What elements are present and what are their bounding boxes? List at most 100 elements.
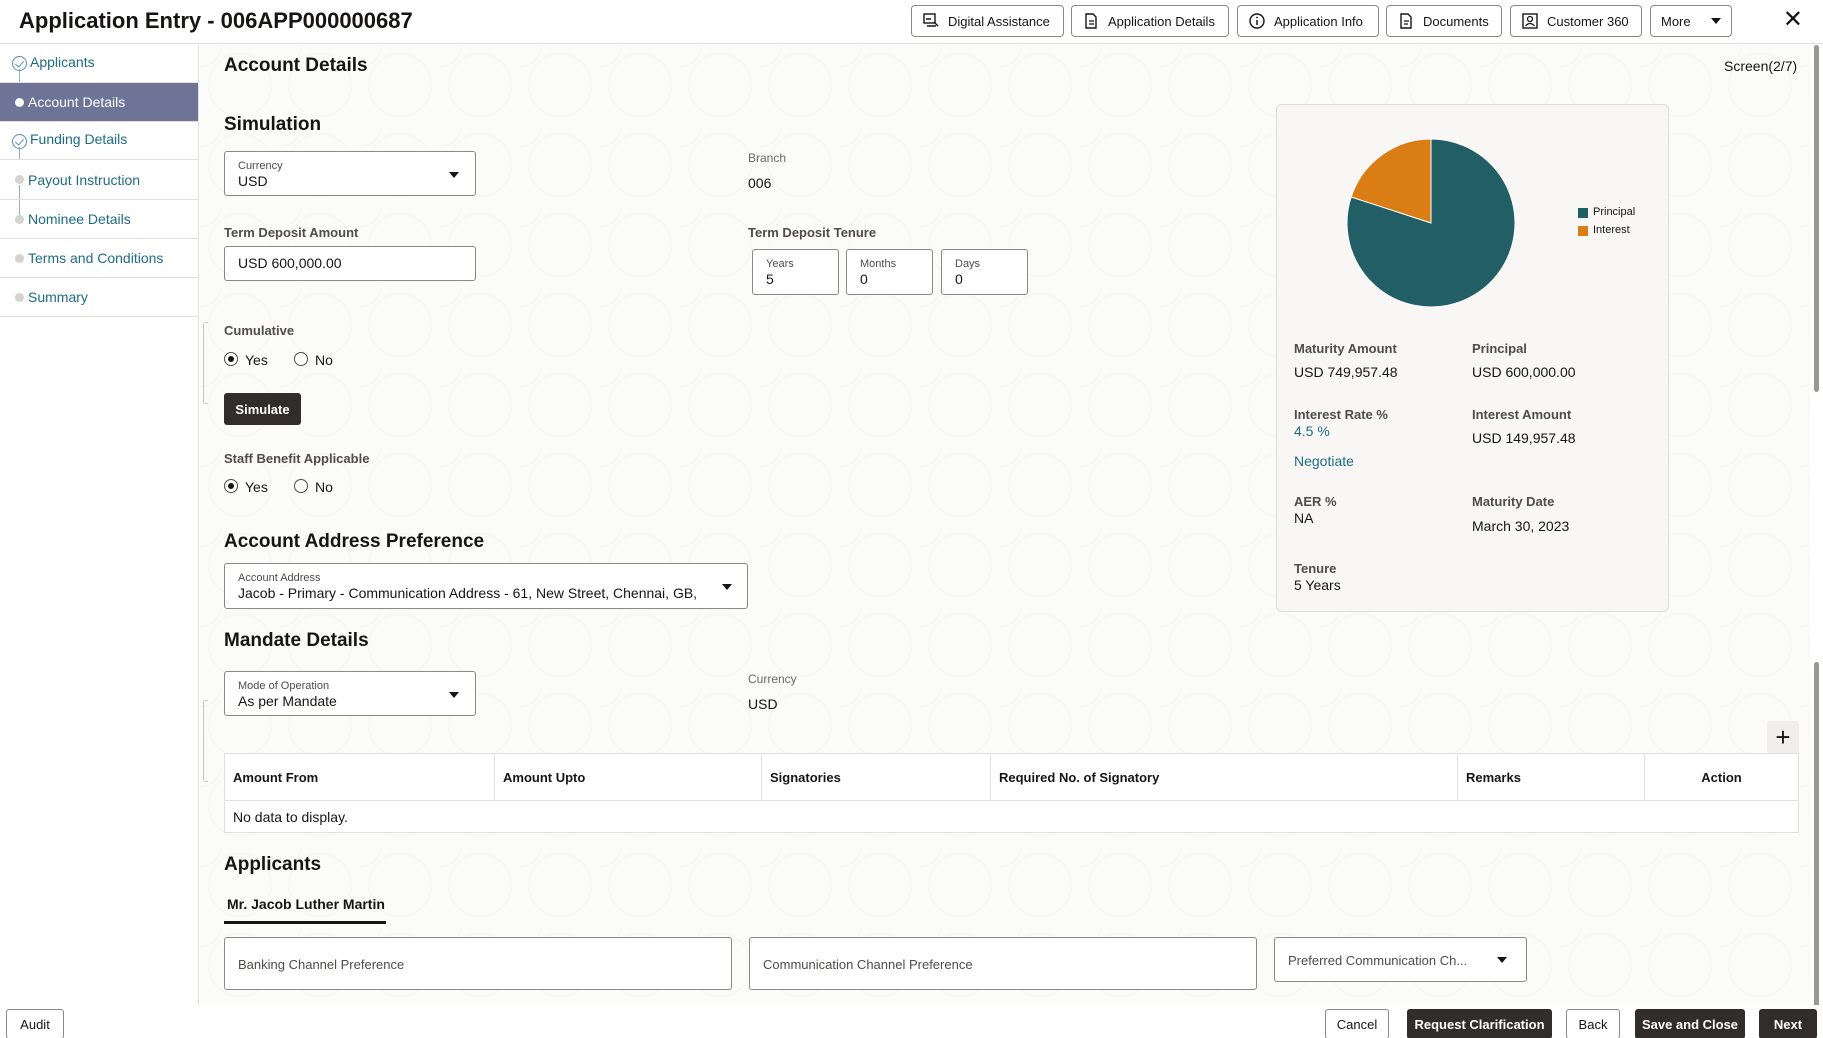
documents-button[interactable]: Documents bbox=[1386, 5, 1502, 37]
currency-value: USD bbox=[238, 173, 268, 189]
staff-benefit-label: Staff Benefit Applicable bbox=[224, 451, 370, 466]
communication-channel-placeholder: Communication Channel Preference bbox=[763, 957, 973, 972]
document-icon bbox=[1085, 13, 1097, 29]
column-header[interactable]: Action bbox=[1645, 754, 1798, 800]
sidebar-item-funding-details[interactable]: Funding Details bbox=[0, 122, 198, 160]
sidebar-item-summary[interactable]: Summary bbox=[0, 278, 198, 317]
next-button[interactable]: Next bbox=[1759, 1009, 1817, 1038]
column-header[interactable]: Amount Upto bbox=[495, 754, 762, 800]
more-label: More bbox=[1661, 13, 1691, 29]
step-dot-icon bbox=[15, 175, 24, 184]
column-header[interactable]: Amount From bbox=[225, 754, 495, 800]
column-header[interactable]: Signatories bbox=[762, 754, 991, 800]
screen-indicator: Screen(2/7) bbox=[1724, 58, 1798, 74]
simulation-summary-card: Principal Interest Maturity Amount USD 7… bbox=[1276, 104, 1669, 612]
principal-interest-pie-chart bbox=[1346, 138, 1516, 308]
scrollbar-thumb[interactable] bbox=[1814, 662, 1819, 1007]
tenure-months-input[interactable]: Months 0 bbox=[846, 249, 933, 295]
customer-icon bbox=[1522, 13, 1538, 29]
panel-resize-handle[interactable] bbox=[203, 322, 208, 404]
legend-principal: Principal bbox=[1593, 206, 1636, 218]
tab-applicant-label: Mr. Jacob Luther Martin bbox=[227, 896, 385, 912]
staff-benefit-no-radio[interactable] bbox=[294, 479, 308, 493]
close-icon[interactable]: ✕ bbox=[1783, 8, 1803, 32]
preferred-communication-channel-select[interactable]: Preferred Communication Ch... bbox=[1274, 937, 1527, 982]
digital-assistance-button[interactable]: Digital Assistance bbox=[911, 5, 1064, 37]
cumulative-yes-label: Yes bbox=[245, 352, 268, 368]
application-details-button[interactable]: Application Details bbox=[1071, 5, 1229, 37]
term-deposit-amount-value: USD 600,000.00 bbox=[238, 255, 342, 271]
cumulative-yes-radio[interactable] bbox=[224, 352, 238, 366]
maturity-amount-value: USD 749,957.48 bbox=[1294, 364, 1398, 380]
term-deposit-amount-input[interactable]: USD 600,000.00 bbox=[224, 246, 476, 281]
tenure-years-input[interactable]: Years 5 bbox=[752, 249, 839, 295]
save-and-close-button[interactable]: Save and Close bbox=[1635, 1009, 1745, 1038]
mode-of-operation-value: As per Mandate bbox=[238, 693, 337, 709]
scrollbar-thumb[interactable] bbox=[1814, 45, 1819, 392]
mandate-currency-label: Currency bbox=[748, 672, 797, 686]
staff-benefit-no-label: No bbox=[315, 479, 333, 495]
currency-label: Currency bbox=[238, 160, 283, 172]
legend-interest: Interest bbox=[1593, 224, 1630, 236]
chevron-down-icon bbox=[1497, 957, 1507, 963]
years-label: Years bbox=[766, 258, 794, 270]
cumulative-no-radio[interactable] bbox=[294, 352, 308, 366]
column-header[interactable]: Required No. of Signatory bbox=[991, 754, 1458, 800]
negotiate-link[interactable]: Negotiate bbox=[1294, 453, 1354, 469]
sidebar-item-payout-instruction[interactable]: Payout Instruction bbox=[0, 160, 198, 200]
staff-benefit-yes-label: Yes bbox=[245, 479, 268, 495]
section-title-applicants: Applicants bbox=[224, 854, 322, 875]
tenure-days-input[interactable]: Days 0 bbox=[941, 249, 1028, 295]
principal-label: Principal bbox=[1472, 341, 1527, 356]
banking-channel-preference-input[interactable]: Banking Channel Preference bbox=[224, 937, 732, 990]
sidebar-item-applicants[interactable]: Applicants bbox=[0, 45, 198, 83]
add-row-button[interactable]: + bbox=[1767, 721, 1799, 753]
mandate-currency-value: USD bbox=[748, 696, 778, 712]
chevron-down-icon bbox=[449, 172, 459, 178]
vertical-scrollbar[interactable] bbox=[1813, 45, 1821, 1007]
simulate-button[interactable]: Simulate bbox=[224, 393, 301, 425]
back-button[interactable]: Back bbox=[1566, 1009, 1620, 1038]
application-info-button[interactable]: Application Info bbox=[1237, 5, 1379, 37]
tab-applicant[interactable]: Mr. Jacob Luther Martin bbox=[224, 896, 386, 924]
sidebar-item-label: Summary bbox=[28, 289, 88, 305]
cancel-button[interactable]: Cancel bbox=[1325, 1009, 1389, 1038]
interest-amount-value: USD 149,957.48 bbox=[1472, 430, 1576, 446]
interest-amount-label: Interest Amount bbox=[1472, 407, 1572, 422]
days-value: 0 bbox=[955, 271, 963, 287]
currency-select[interactable]: Currency USD bbox=[224, 151, 476, 196]
step-dot-icon bbox=[15, 98, 24, 107]
step-dot-icon bbox=[15, 215, 24, 224]
months-value: 0 bbox=[860, 271, 868, 287]
maturity-amount-label: Maturity Amount bbox=[1294, 341, 1397, 356]
more-button[interactable]: More bbox=[1650, 5, 1732, 37]
customer-360-button[interactable]: Customer 360 bbox=[1510, 5, 1642, 37]
tenure-value: 5 Years bbox=[1294, 577, 1341, 593]
account-address-value: Jacob - Primary - Communication Address … bbox=[238, 585, 698, 601]
sidebar-item-nominee-details[interactable]: Nominee Details bbox=[0, 200, 198, 239]
interest-rate-label: Interest Rate % bbox=[1294, 407, 1388, 422]
sidebar-item-label: Funding Details bbox=[30, 131, 128, 147]
sidebar-item-terms-and-conditions[interactable]: Terms and Conditions bbox=[0, 239, 198, 278]
sidebar-item-account-details[interactable]: Account Details bbox=[0, 83, 198, 122]
request-clarification-button[interactable]: Request Clarification bbox=[1407, 1009, 1552, 1038]
account-address-select[interactable]: Account Address Jacob - Primary - Commun… bbox=[224, 563, 748, 609]
legend-swatch-interest bbox=[1578, 226, 1588, 236]
info-icon bbox=[1249, 13, 1265, 29]
step-dot-icon bbox=[15, 254, 24, 263]
interest-rate-value[interactable]: 4.5 % bbox=[1294, 423, 1330, 439]
digital-assistant-icon bbox=[923, 13, 939, 27]
term-deposit-tenure-label: Term Deposit Tenure bbox=[748, 225, 877, 240]
documents-label: Documents bbox=[1423, 13, 1489, 29]
staff-benefit-yes-radio[interactable] bbox=[224, 479, 238, 493]
column-header[interactable]: Remarks bbox=[1458, 754, 1645, 800]
months-label: Months bbox=[860, 258, 897, 270]
audit-button[interactable]: Audit bbox=[6, 1009, 64, 1038]
communication-channel-preference-input[interactable]: Communication Channel Preference bbox=[749, 937, 1257, 990]
aer-label: AER % bbox=[1294, 494, 1337, 509]
mode-of-operation-select[interactable]: Mode of Operation As per Mandate bbox=[224, 671, 476, 716]
documents-icon bbox=[1400, 13, 1412, 29]
section-title-account-address: Account Address Preference bbox=[224, 531, 485, 552]
panel-resize-handle[interactable] bbox=[203, 700, 208, 782]
footer-bar: Audit Cancel Request Clarification Back … bbox=[0, 1005, 1823, 1038]
